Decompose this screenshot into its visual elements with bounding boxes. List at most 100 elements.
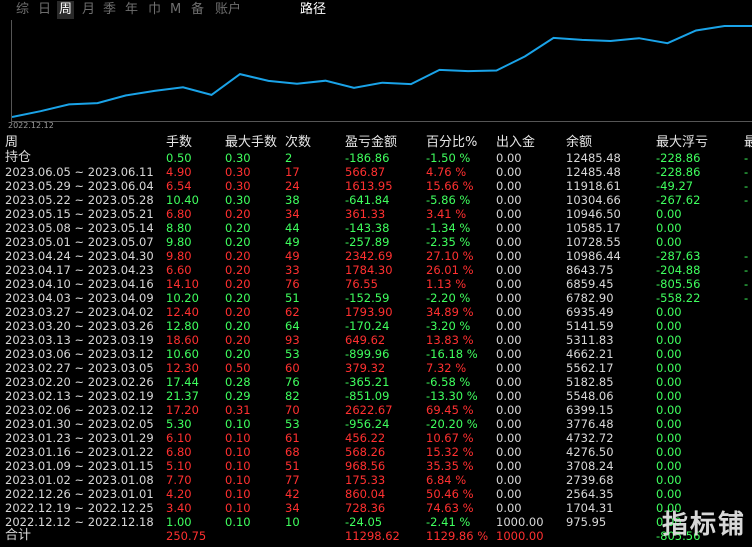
cell-qty: 9.80 xyxy=(166,235,192,249)
cell-count: 24 xyxy=(285,179,300,193)
table-row[interactable]: 2023.04.24 ~ 2023.04.30 9.80 0.20 49 2342.69… xyxy=(0,249,752,263)
cell-maxqty: 0.20 xyxy=(225,235,251,249)
table-row[interactable]: 2023.01.09 ~ 2023.01.15 5.10 0.10 51 968.56 3… xyxy=(0,459,752,473)
table-row[interactable]: 持仓 0.50 0.30 2 -186.86 -1.50 % 0.00 12485.48 -22… xyxy=(0,151,752,166)
cell-bal: 5182.85 xyxy=(566,375,614,389)
col-header-pnl[interactable]: 盈亏金额 xyxy=(345,136,397,150)
tab-8[interactable]: 备 xyxy=(189,1,206,19)
cell-week: 2023.01.02 ~ 2023.01.08 xyxy=(5,473,154,487)
cell-bal: 3776.48 xyxy=(566,417,614,431)
table-row[interactable]: 2023.04.03 ~ 2023.04.09 10.20 0.20 51 -152.5… xyxy=(0,291,752,305)
total-pnl: 11298.62 xyxy=(345,529,400,543)
cell-io: 0.00 xyxy=(496,291,522,305)
table-row[interactable]: 2023.03.13 ~ 2023.03.19 18.60 0.20 93 649.62… xyxy=(0,333,752,347)
table-row[interactable]: 2023.05.22 ~ 2023.05.28 10.40 0.30 38 -641.8… xyxy=(0,193,752,207)
col-header-extra[interactable]: 最 xyxy=(744,136,752,150)
tab-4[interactable]: 季 xyxy=(101,1,118,19)
cell-maxf: -287.63 xyxy=(656,249,701,263)
tab-6[interactable]: 巾 xyxy=(146,1,163,19)
cell-pct: -2.35 % xyxy=(426,235,471,249)
cell-pct: 15.32 % xyxy=(426,445,474,459)
cell-maxqty: 0.10 xyxy=(225,473,251,487)
cell-pnl: 2342.69 xyxy=(345,249,393,263)
cell-extra: - xyxy=(744,263,749,277)
tab-9[interactable]: 账户 xyxy=(213,1,243,19)
cell-maxqty: 0.10 xyxy=(225,501,251,515)
total-pct: 1129.86 % xyxy=(426,529,489,543)
table-row[interactable]: 2023.02.13 ~ 2023.02.19 21.37 0.29 82 -851.0… xyxy=(0,389,752,403)
table-row[interactable]: 2023.02.27 ~ 2023.03.05 12.30 0.50 60 379.32… xyxy=(0,361,752,375)
cell-count: 76 xyxy=(285,375,300,389)
col-header-qty[interactable]: 手数 xyxy=(166,136,192,150)
table-row[interactable]: 2023.05.29 ~ 2023.06.04 6.54 0.30 24 1613.95… xyxy=(0,179,752,193)
col-header-count[interactable]: 次数 xyxy=(285,136,311,150)
table-row[interactable]: 2023.03.06 ~ 2023.03.12 10.60 0.20 53 -899.9… xyxy=(0,347,752,361)
table-row[interactable]: 2023.04.17 ~ 2023.04.23 6.60 0.20 33 1784.30… xyxy=(0,263,752,277)
cell-pnl: -899.96 xyxy=(345,347,390,361)
table-row[interactable]: 2022.12.19 ~ 2022.12.25 3.40 0.10 34 728.36 7… xyxy=(0,501,752,515)
cell-week: 2023.05.22 ~ 2023.05.28 xyxy=(5,193,154,207)
table-row[interactable]: 2023.02.06 ~ 2023.02.12 17.20 0.31 70 2622.6… xyxy=(0,403,752,417)
cell-week: 2023.04.17 ~ 2023.04.23 xyxy=(5,263,154,277)
cell-maxf: -49.27 xyxy=(656,179,694,193)
tab-2[interactable]: 周 xyxy=(57,1,75,19)
cell-qty: 18.60 xyxy=(166,333,199,347)
table-row[interactable]: 2023.04.10 ~ 2023.04.16 14.10 0.20 76 76.55 1… xyxy=(0,277,752,291)
tab-1[interactable]: 日 xyxy=(36,1,53,19)
cell-io: 0.00 xyxy=(496,403,522,417)
cell-pnl: 568.26 xyxy=(345,445,386,459)
tab-7[interactable]: M xyxy=(168,1,183,19)
table-row[interactable]: 2023.01.23 ~ 2023.01.29 6.10 0.10 61 456.22 1… xyxy=(0,431,752,445)
cell-pct: 3.41 % xyxy=(426,207,467,221)
table-row[interactable]: 2023.05.08 ~ 2023.05.14 8.80 0.20 44 -143.38… xyxy=(0,221,752,235)
table-row[interactable]: 2023.06.05 ~ 2023.06.11 4.90 0.30 17 566.87 4… xyxy=(0,165,752,179)
table-row[interactable]: 2023.01.02 ~ 2023.01.08 7.70 0.10 77 175.33 6… xyxy=(0,473,752,487)
table-row[interactable]: 2023.03.27 ~ 2023.04.02 12.40 0.20 62 1793.9… xyxy=(0,305,752,319)
cell-maxqty: 0.20 xyxy=(225,305,251,319)
cell-maxqty: 0.20 xyxy=(225,291,251,305)
cell-maxf: 0.00 xyxy=(656,459,682,473)
cell-pnl: 456.22 xyxy=(345,431,386,445)
table-row[interactable]: 2023.05.01 ~ 2023.05.07 9.80 0.20 49 -257.89… xyxy=(0,235,752,249)
table-row[interactable]: 2022.12.12 ~ 2022.12.18 1.00 0.10 10 -24.05 -… xyxy=(0,515,752,529)
cell-week: 2023.02.20 ~ 2023.02.26 xyxy=(5,375,154,389)
table-row[interactable]: 2023.01.30 ~ 2023.02.05 5.30 0.10 53 -956.24… xyxy=(0,417,752,431)
tab-5[interactable]: 年 xyxy=(123,1,140,19)
cell-pct: 27.10 % xyxy=(426,249,474,263)
cell-bal: 8643.75 xyxy=(566,263,614,277)
tab-3[interactable]: 月 xyxy=(80,1,97,19)
table-row[interactable]: 2023.05.15 ~ 2023.05.21 6.80 0.20 34 361.33 3… xyxy=(0,207,752,221)
cell-count: 62 xyxy=(285,305,300,319)
col-header-pct[interactable]: 百分比% xyxy=(426,136,477,150)
col-header-balance[interactable]: 余额 xyxy=(566,136,592,150)
cell-pnl: 1613.95 xyxy=(345,179,393,193)
table-row[interactable]: 2023.01.16 ~ 2023.01.22 6.80 0.10 68 568.26 1… xyxy=(0,445,752,459)
table-row[interactable]: 2022.12.26 ~ 2023.01.01 4.20 0.10 42 860.04 5… xyxy=(0,487,752,501)
cell-week: 2023.03.20 ~ 2023.03.26 xyxy=(5,319,154,333)
cell-pct: 13.83 % xyxy=(426,333,474,347)
cell-qty: 6.10 xyxy=(166,431,192,445)
cell-maxqty: 0.30 xyxy=(225,151,251,165)
col-header-max-qty[interactable]: 最大手数 xyxy=(225,136,277,150)
cell-maxf: 0.00 xyxy=(656,417,682,431)
col-header-deposit-withdraw[interactable]: 出入金 xyxy=(496,136,535,150)
table-row[interactable]: 2023.03.20 ~ 2023.03.26 12.80 0.20 64 -170.2… xyxy=(0,319,752,333)
cell-io: 0.00 xyxy=(496,487,522,501)
cell-pct: -16.18 % xyxy=(426,347,478,361)
table-row[interactable]: 2023.02.20 ~ 2023.02.26 17.44 0.28 76 -365.2… xyxy=(0,375,752,389)
cell-count: 2 xyxy=(285,151,293,165)
col-header-max-floating-loss[interactable]: 最大浮亏 xyxy=(656,136,708,150)
cell-week: 2023.03.27 ~ 2023.04.02 xyxy=(5,305,154,319)
col-header-week[interactable]: 周 xyxy=(5,136,18,150)
cell-io: 0.00 xyxy=(496,277,522,291)
cell-pct: 74.63 % xyxy=(426,501,474,515)
cell-maxqty: 0.28 xyxy=(225,375,251,389)
cell-maxf: -228.86 xyxy=(656,165,701,179)
tab-0[interactable]: 综 xyxy=(14,1,31,19)
cell-maxqty: 0.10 xyxy=(225,417,251,431)
cell-pct: 4.76 % xyxy=(426,165,467,179)
cell-io: 0.00 xyxy=(496,319,522,333)
tab-path[interactable]: 路径 xyxy=(300,1,326,19)
cell-count: 10 xyxy=(285,515,300,529)
cell-maxf: 0.00 xyxy=(656,473,682,487)
